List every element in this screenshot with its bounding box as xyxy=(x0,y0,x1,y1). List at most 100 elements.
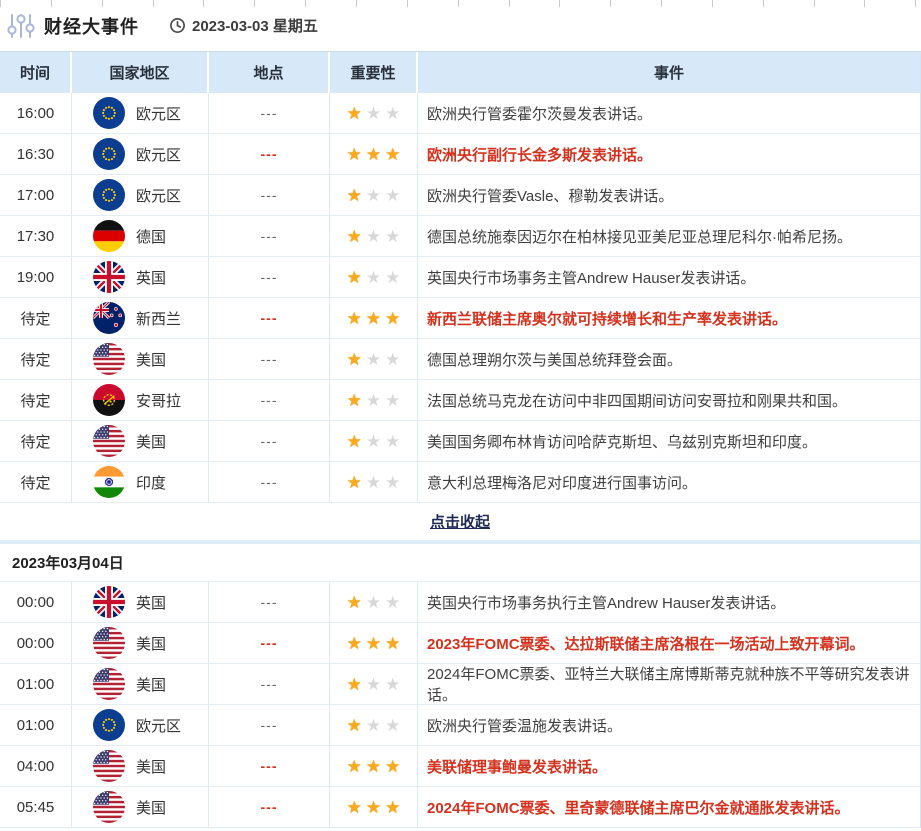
us-flag-icon xyxy=(93,343,125,375)
event-row: 19:00 英国---★★★英国央行市场事务主管Andrew Hauser发表讲… xyxy=(0,257,920,298)
country-name: 美国 xyxy=(136,797,166,818)
country-cell: 安哥拉 xyxy=(72,380,209,420)
event-cell: 2023年FOMC票委、达拉斯联储主席洛根在一场活动上致开幕词。 xyxy=(418,623,920,663)
nz-flag-icon xyxy=(93,302,125,334)
star-empty-icon: ★ xyxy=(366,474,381,491)
event-cell: 英国央行市场事务主管Andrew Hauser发表讲话。 xyxy=(418,257,920,297)
location-cell: --- xyxy=(209,93,330,133)
star-filled-icon: ★ xyxy=(347,392,362,409)
country-cell: 欧元区 xyxy=(72,93,209,133)
collapse-toggle-link[interactable]: 点击收起 xyxy=(430,511,490,532)
collapse-row: 点击收起 xyxy=(0,503,920,544)
country-cell: 美国 xyxy=(72,421,209,461)
star-filled-icon: ★ xyxy=(385,799,400,816)
country-cell: 欧元区 xyxy=(72,134,209,174)
location-dashes: --- xyxy=(261,392,278,408)
country-name: 欧元区 xyxy=(136,144,181,165)
star-empty-icon: ★ xyxy=(366,676,381,693)
star-filled-icon: ★ xyxy=(347,269,362,286)
country-name: 安哥拉 xyxy=(136,390,181,411)
importance-stars: ★★★ xyxy=(330,257,418,297)
event-cell: 意大利总理梅洛尼对印度进行国事访问。 xyxy=(418,462,920,502)
star-filled-icon: ★ xyxy=(347,758,362,775)
event-row: 00:00美国---★★★2023年FOMC票委、达拉斯联储主席洛根在一场活动上… xyxy=(0,623,920,664)
column-header-importance: 重要性 xyxy=(330,52,418,93)
star-empty-icon: ★ xyxy=(385,717,400,734)
event-cell: 欧洲央行管委温施发表讲话。 xyxy=(418,705,920,745)
location-cell: --- xyxy=(209,257,330,297)
current-date: 2023-03-03 星期五 xyxy=(169,15,318,36)
country-cell: 美国 xyxy=(72,339,209,379)
us-flag-icon xyxy=(93,750,125,782)
event-cell: 欧洲央行管委Vasle、穆勒发表讲话。 xyxy=(418,175,920,215)
country-cell: 英国 xyxy=(72,257,209,297)
time-cell: 01:00 xyxy=(0,664,72,704)
country-cell: 新西兰 xyxy=(72,298,209,338)
location-cell: --- xyxy=(209,462,330,502)
page-header: 财经大事件 2023-03-03 星期五 xyxy=(0,0,921,51)
country-name: 欧元区 xyxy=(136,715,181,736)
star-empty-icon: ★ xyxy=(366,269,381,286)
importance-stars: ★★★ xyxy=(330,380,418,420)
star-filled-icon: ★ xyxy=(347,310,362,327)
location-dashes: --- xyxy=(261,676,278,692)
location-cell: --- xyxy=(209,582,330,622)
importance-stars: ★★★ xyxy=(330,216,418,256)
time-cell: 17:00 xyxy=(0,175,72,215)
eu-flag-icon xyxy=(93,179,125,211)
country-name: 美国 xyxy=(136,756,166,777)
eu-flag-icon xyxy=(93,709,125,741)
importance-stars: ★★★ xyxy=(330,462,418,502)
column-header-time: 时间 xyxy=(0,52,72,93)
location-dashes: --- xyxy=(261,351,278,367)
star-empty-icon: ★ xyxy=(385,187,400,204)
star-empty-icon: ★ xyxy=(385,594,400,611)
time-cell: 待定 xyxy=(0,421,72,461)
importance-stars: ★★★ xyxy=(330,705,418,745)
column-header-location: 地点 xyxy=(209,52,330,93)
star-filled-icon: ★ xyxy=(385,635,400,652)
importance-stars: ★★★ xyxy=(330,787,418,827)
importance-stars: ★★★ xyxy=(330,746,418,786)
location-cell: --- xyxy=(209,787,330,827)
eu-flag-icon xyxy=(93,138,125,170)
location-cell: --- xyxy=(209,298,330,338)
event-text: 德国总理朔尔茨与美国总统拜登会面。 xyxy=(427,349,682,370)
country-cell: 美国 xyxy=(72,664,209,704)
event-cell: 2024年FOMC票委、亚特兰大联储主席博斯蒂克就种族不平等研究发表讲话。 xyxy=(418,664,920,704)
importance-stars: ★★★ xyxy=(330,175,418,215)
event-row: 待定 安哥拉---★★★法国总统马克龙在访问中非四国期间访问安哥拉和刚果共和国。 xyxy=(0,380,920,421)
star-filled-icon: ★ xyxy=(347,474,362,491)
time-cell: 16:30 xyxy=(0,134,72,174)
location-dashes: --- xyxy=(261,146,278,162)
event-cell: 英国央行市场事务执行主管Andrew Hauser发表讲话。 xyxy=(418,582,920,622)
location-cell: --- xyxy=(209,339,330,379)
location-cell: --- xyxy=(209,134,330,174)
column-header-event: 事件 xyxy=(418,52,920,93)
event-row: 04:00美国---★★★美联储理事鲍曼发表讲话。 xyxy=(0,746,920,787)
event-text: 2024年FOMC票委、亚特兰大联储主席博斯蒂克就种族不平等研究发表讲话。 xyxy=(427,663,920,705)
event-cell: 法国总统马克龙在访问中非四国期间访问安哥拉和刚果共和国。 xyxy=(418,380,920,420)
star-empty-icon: ★ xyxy=(366,228,381,245)
star-filled-icon: ★ xyxy=(347,351,362,368)
table-header-row: 时间 国家地区 地点 重要性 事件 xyxy=(0,52,920,93)
event-row: 待定美国---★★★德国总理朔尔茨与美国总统拜登会面。 xyxy=(0,339,920,380)
ao-flag-icon xyxy=(93,384,125,416)
time-cell: 00:00 xyxy=(0,623,72,663)
time-cell: 待定 xyxy=(0,339,72,379)
country-cell: 欧元区 xyxy=(72,175,209,215)
clock-icon xyxy=(169,17,186,34)
event-text: 2023年FOMC票委、达拉斯联储主席洛根在一场活动上致开幕词。 xyxy=(427,633,865,654)
star-filled-icon: ★ xyxy=(347,187,362,204)
country-cell: 欧元区 xyxy=(72,705,209,745)
event-text: 美联储理事鲍曼发表讲话。 xyxy=(427,756,607,777)
gb-flag-icon xyxy=(93,261,125,293)
country-name: 欧元区 xyxy=(136,103,181,124)
importance-stars: ★★★ xyxy=(330,298,418,338)
event-text: 欧洲央行副行长金多斯发表讲话。 xyxy=(427,144,652,165)
event-text: 欧洲央行管委霍尔茨曼发表讲话。 xyxy=(427,103,652,124)
country-name: 欧元区 xyxy=(136,185,181,206)
event-cell: 2024年FOMC票委、里奇蒙德联储主席巴尔金就通胀发表讲话。 xyxy=(418,787,920,827)
event-cell: 美国国务卿布林肯访问哈萨克斯坦、乌兹别克斯坦和印度。 xyxy=(418,421,920,461)
star-filled-icon: ★ xyxy=(385,146,400,163)
